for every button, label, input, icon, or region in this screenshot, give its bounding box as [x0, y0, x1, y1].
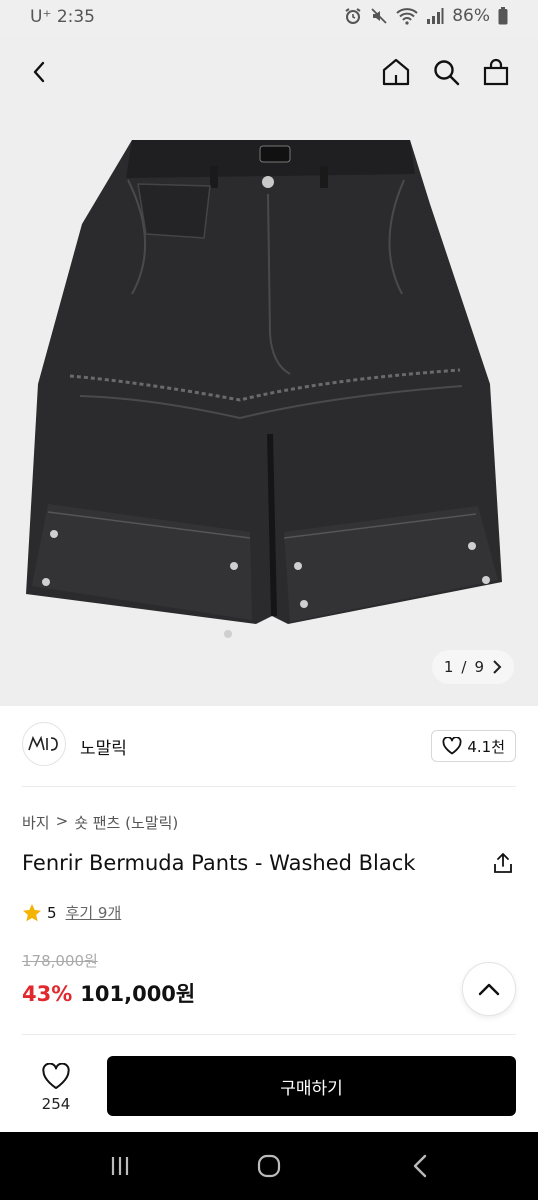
signal-icon	[426, 7, 444, 25]
sale-price: 101,000원	[80, 982, 196, 1006]
divider	[22, 1034, 516, 1035]
back-button[interactable]	[20, 52, 60, 92]
search-button[interactable]	[426, 52, 466, 92]
home-circle-icon	[257, 1154, 281, 1178]
mute-icon	[370, 7, 388, 25]
share-icon	[494, 853, 512, 873]
wishlist-count: 254	[41, 1095, 71, 1113]
recent-apps-icon	[111, 1157, 129, 1175]
search-icon	[434, 60, 460, 86]
brand-row[interactable]: 노말릭 4.1천	[0, 718, 538, 774]
gallery-total: 9	[474, 658, 484, 676]
system-navigation-bar	[0, 1132, 538, 1200]
home-icon	[382, 58, 410, 86]
system-back-button[interactable]	[400, 1150, 440, 1182]
status-time: U⁺ 2:35	[30, 7, 95, 27]
back-arrow-icon	[413, 1154, 427, 1178]
discount-rate: 43%	[22, 982, 73, 1006]
product-title: Fenrir Bermuda Pants - Washed Black	[22, 851, 416, 875]
product-title-row: Fenrir Bermuda Pants - Washed Black	[22, 846, 516, 880]
star-icon	[23, 903, 41, 921]
breadcrumb-separator: >	[55, 812, 69, 830]
chevron-right-icon	[493, 660, 502, 674]
status-icons: 86%	[344, 6, 508, 26]
buy-button[interactable]: 구매하기	[107, 1056, 516, 1116]
scroll-top-button[interactable]	[462, 962, 516, 1016]
battery-icon	[498, 7, 508, 25]
rating-value: 5	[47, 903, 57, 922]
shopping-bag-icon	[483, 58, 509, 86]
breadcrumb-category[interactable]: 바지	[22, 812, 50, 833]
wishlist-button[interactable]: 254	[24, 1056, 88, 1120]
heart-icon	[42, 1063, 70, 1089]
price-row: 43% 101,000원	[22, 978, 195, 1008]
status-bar: U⁺ 2:35 86%	[0, 0, 538, 38]
cart-button[interactable]	[476, 52, 516, 92]
top-navigation	[0, 52, 538, 96]
chevron-left-icon	[33, 61, 45, 83]
wifi-icon	[396, 7, 418, 25]
brand-logo[interactable]	[22, 722, 66, 766]
brand-name[interactable]: 노말릭	[80, 734, 127, 759]
product-image	[26, 140, 502, 638]
chevron-up-icon	[478, 983, 500, 996]
gallery-current: 1	[443, 658, 454, 676]
recent-apps-button[interactable]	[100, 1150, 140, 1182]
divider	[22, 786, 516, 787]
rating-row: 5 후기 9개	[22, 902, 121, 923]
system-home-button[interactable]	[249, 1150, 289, 1182]
breadcrumb: 바지 > 숏 팬츠 (노말릭)	[22, 812, 178, 833]
heart-icon	[442, 737, 462, 755]
bottom-action-bar: 254 구매하기	[0, 1046, 538, 1132]
alarm-icon	[344, 7, 362, 25]
review-count-link[interactable]: 후기 9개	[66, 902, 122, 923]
home-button[interactable]	[376, 52, 416, 92]
battery-text: 86%	[452, 6, 490, 26]
share-button[interactable]	[490, 850, 516, 876]
gallery-page-indicator[interactable]: 1 / 9	[431, 650, 514, 684]
gallery-separator: /	[461, 658, 467, 676]
brand-like-count: 4.1천	[467, 737, 505, 756]
original-price: 178,000원	[22, 952, 98, 970]
breadcrumb-subcategory[interactable]: 숏 팬츠 (노말릭)	[74, 812, 178, 833]
brand-like-button[interactable]: 4.1천	[431, 730, 516, 762]
product-gallery[interactable]: 1 / 9	[0, 38, 538, 706]
